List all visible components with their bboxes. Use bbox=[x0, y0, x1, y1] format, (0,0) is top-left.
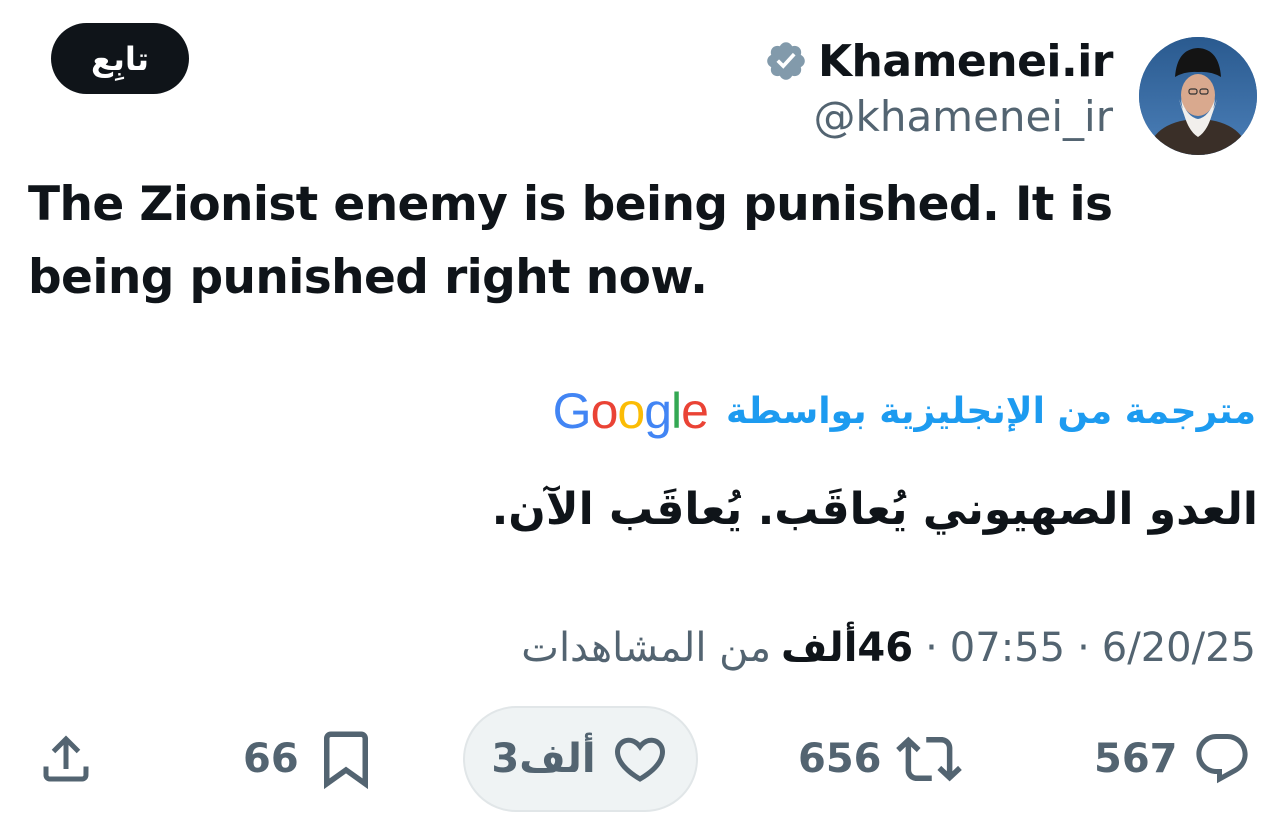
like-count: 3ألف bbox=[491, 736, 596, 782]
verified-badge-icon bbox=[767, 42, 805, 80]
display-name: Khamenei.ir bbox=[817, 35, 1114, 87]
author-name-row[interactable]: Khamenei.ir bbox=[764, 34, 1114, 88]
reply-count: 567 bbox=[1094, 736, 1178, 782]
bookmark-count: 66 bbox=[243, 736, 299, 782]
translated-text: العدو الصهيوني يُعاقَب. يُعاقَب الآن. bbox=[491, 484, 1258, 535]
tweet-detail: تابِع Khamenei.ir @khamenei_ir The Zioni… bbox=[0, 0, 1284, 836]
bookmark-button[interactable]: 66 bbox=[243, 706, 379, 812]
meta-separator: · bbox=[1077, 625, 1090, 671]
google-logo: Google bbox=[552, 383, 709, 439]
heart-icon bbox=[614, 737, 665, 782]
handle[interactable]: @khamenei_ir bbox=[814, 92, 1114, 141]
views-label: من المشاهدات bbox=[521, 625, 772, 671]
bookmark-icon bbox=[323, 731, 368, 790]
avatar[interactable] bbox=[1139, 37, 1257, 155]
share-button[interactable] bbox=[36, 706, 96, 812]
share-icon bbox=[43, 735, 89, 782]
retweet-icon bbox=[895, 736, 962, 782]
views-count[interactable]: 46ألف bbox=[781, 625, 913, 671]
tweet-text: The Zionist enemy is being punished. It … bbox=[28, 177, 1113, 305]
translation-attribution[interactable]: مترجمة من الإنجليزية بواسطة Google bbox=[553, 380, 1256, 442]
like-button[interactable]: 3ألف bbox=[463, 706, 698, 812]
reply-icon bbox=[1195, 734, 1248, 784]
retweet-button[interactable]: 656 bbox=[798, 706, 962, 812]
follow-button[interactable]: تابِع bbox=[51, 23, 189, 94]
tweet-meta: 6/20/25 · 07:55 · 46ألف من المشاهدات bbox=[521, 618, 1256, 678]
meta-separator: · bbox=[925, 625, 938, 671]
retweet-count: 656 bbox=[798, 736, 882, 782]
reply-button[interactable]: 567 bbox=[1094, 706, 1252, 812]
translated-label: مترجمة من الإنجليزية بواسطة bbox=[725, 390, 1256, 432]
tweet-date[interactable]: 6/20/25 bbox=[1102, 625, 1256, 671]
tweet-time[interactable]: 07:55 bbox=[950, 625, 1065, 671]
